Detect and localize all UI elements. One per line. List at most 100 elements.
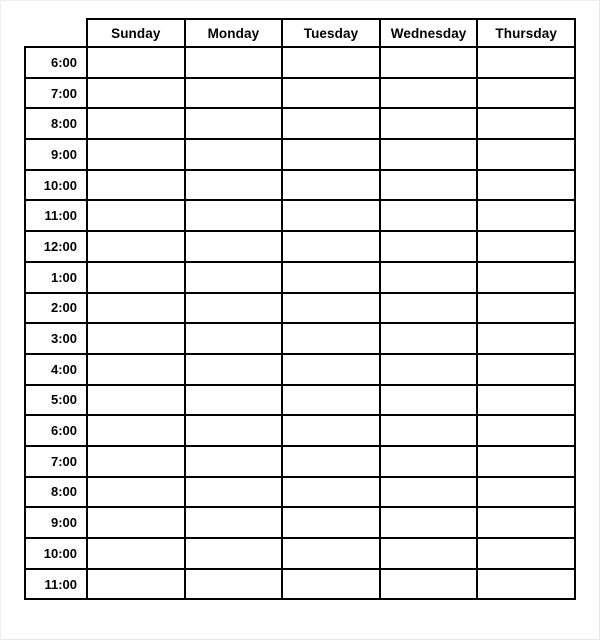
- schedule-slot-cell[interactable]: [86, 414, 186, 447]
- schedule-slot-cell[interactable]: [183, 107, 284, 141]
- schedule-slot-cell[interactable]: [378, 138, 479, 171]
- schedule-slot-cell[interactable]: [183, 76, 284, 110]
- time-label: 12:00: [24, 230, 88, 263]
- schedule-slot-cell[interactable]: [183, 506, 284, 539]
- schedule-slot-cell[interactable]: [183, 475, 284, 509]
- schedule-slot-cell[interactable]: [476, 199, 576, 233]
- schedule-slot-cell[interactable]: [476, 291, 576, 325]
- schedule-slot-cell[interactable]: [281, 291, 381, 325]
- schedule-slot-cell[interactable]: [378, 260, 479, 294]
- schedule-slot-cell[interactable]: [183, 322, 284, 355]
- schedule-slot-cell[interactable]: [281, 107, 381, 141]
- schedule-slot-cell[interactable]: [281, 414, 381, 447]
- schedule-slot-cell[interactable]: [281, 168, 381, 202]
- schedule-slot-cell[interactable]: [476, 46, 576, 79]
- time-label: 5:00: [24, 383, 88, 417]
- schedule-slot-cell[interactable]: [476, 107, 576, 141]
- time-label: 1:00: [24, 260, 88, 294]
- schedule-slot-cell[interactable]: [183, 567, 284, 601]
- table-row: 5:00: [24, 383, 576, 417]
- table-row: 11:00: [24, 567, 576, 601]
- schedule-slot-cell[interactable]: [476, 260, 576, 294]
- schedule-slot-cell[interactable]: [86, 46, 186, 79]
- time-label: 4:00: [24, 352, 88, 386]
- schedule-slot-cell[interactable]: [281, 475, 381, 509]
- schedule-slot-cell[interactable]: [378, 567, 479, 601]
- schedule-slot-cell[interactable]: [86, 383, 186, 417]
- schedule-slot-cell[interactable]: [281, 352, 381, 386]
- table-row: 7:00: [24, 444, 576, 478]
- schedule-slot-cell[interactable]: [183, 46, 284, 79]
- schedule-slot-cell[interactable]: [86, 199, 186, 233]
- schedule-slot-cell[interactable]: [183, 199, 284, 233]
- schedule-slot-cell[interactable]: [281, 322, 381, 355]
- schedule-slot-cell[interactable]: [86, 567, 186, 601]
- time-label: 9:00: [24, 138, 88, 171]
- schedule-slot-cell[interactable]: [476, 322, 576, 355]
- schedule-slot-cell[interactable]: [476, 506, 576, 539]
- schedule-slot-cell[interactable]: [378, 46, 479, 79]
- schedule-slot-cell[interactable]: [378, 199, 479, 233]
- schedule-slot-cell[interactable]: [378, 506, 479, 539]
- schedule-slot-cell[interactable]: [378, 230, 479, 263]
- schedule-slot-cell[interactable]: [86, 168, 186, 202]
- schedule-slot-cell[interactable]: [86, 444, 186, 478]
- schedule-slot-cell[interactable]: [476, 76, 576, 110]
- schedule-slot-cell[interactable]: [281, 46, 381, 79]
- schedule-slot-cell[interactable]: [183, 537, 284, 570]
- schedule-slot-cell[interactable]: [86, 322, 186, 355]
- schedule-slot-cell[interactable]: [476, 168, 576, 202]
- schedule-slot-cell[interactable]: [476, 383, 576, 417]
- schedule-slot-cell[interactable]: [476, 230, 576, 263]
- schedule-slot-cell[interactable]: [86, 506, 186, 539]
- schedule-slot-cell[interactable]: [183, 260, 284, 294]
- schedule-slot-cell[interactable]: [281, 138, 381, 171]
- schedule-slot-cell[interactable]: [86, 76, 186, 110]
- schedule-slot-cell[interactable]: [281, 567, 381, 601]
- schedule-slot-cell[interactable]: [476, 138, 576, 171]
- schedule-slot-cell[interactable]: [183, 352, 284, 386]
- schedule-slot-cell[interactable]: [378, 383, 479, 417]
- schedule-slot-cell[interactable]: [183, 383, 284, 417]
- schedule-slot-cell[interactable]: [86, 475, 186, 509]
- time-label: 11:00: [24, 567, 88, 601]
- day-header-wednesday: Wednesday: [378, 18, 479, 48]
- schedule-slot-cell[interactable]: [378, 107, 479, 141]
- schedule-slot-cell[interactable]: [281, 537, 381, 570]
- schedule-slot-cell[interactable]: [476, 537, 576, 570]
- schedule-slot-cell[interactable]: [378, 444, 479, 478]
- schedule-slot-cell[interactable]: [476, 414, 576, 447]
- schedule-slot-cell[interactable]: [281, 230, 381, 263]
- schedule-slot-cell[interactable]: [281, 506, 381, 539]
- schedule-slot-cell[interactable]: [183, 291, 284, 325]
- schedule-slot-cell[interactable]: [183, 138, 284, 171]
- schedule-slot-cell[interactable]: [378, 414, 479, 447]
- schedule-slot-cell[interactable]: [378, 352, 479, 386]
- schedule-slot-cell[interactable]: [378, 475, 479, 509]
- schedule-slot-cell[interactable]: [86, 230, 186, 263]
- schedule-slot-cell[interactable]: [476, 444, 576, 478]
- schedule-slot-cell[interactable]: [281, 383, 381, 417]
- schedule-slot-cell[interactable]: [378, 322, 479, 355]
- schedule-slot-cell[interactable]: [183, 168, 284, 202]
- schedule-slot-cell[interactable]: [378, 76, 479, 110]
- schedule-slot-cell[interactable]: [86, 537, 186, 570]
- schedule-slot-cell[interactable]: [476, 475, 576, 509]
- schedule-slot-cell[interactable]: [281, 199, 381, 233]
- schedule-slot-cell[interactable]: [378, 291, 479, 325]
- schedule-slot-cell[interactable]: [183, 444, 284, 478]
- schedule-slot-cell[interactable]: [86, 352, 186, 386]
- schedule-slot-cell[interactable]: [281, 76, 381, 110]
- schedule-slot-cell[interactable]: [476, 352, 576, 386]
- schedule-slot-cell[interactable]: [86, 260, 186, 294]
- schedule-slot-cell[interactable]: [86, 291, 186, 325]
- schedule-slot-cell[interactable]: [86, 138, 186, 171]
- schedule-slot-cell[interactable]: [86, 107, 186, 141]
- schedule-slot-cell[interactable]: [183, 230, 284, 263]
- schedule-slot-cell[interactable]: [281, 444, 381, 478]
- schedule-slot-cell[interactable]: [281, 260, 381, 294]
- schedule-slot-cell[interactable]: [378, 537, 479, 570]
- schedule-slot-cell[interactable]: [378, 168, 479, 202]
- schedule-slot-cell[interactable]: [476, 567, 576, 601]
- schedule-slot-cell[interactable]: [183, 414, 284, 447]
